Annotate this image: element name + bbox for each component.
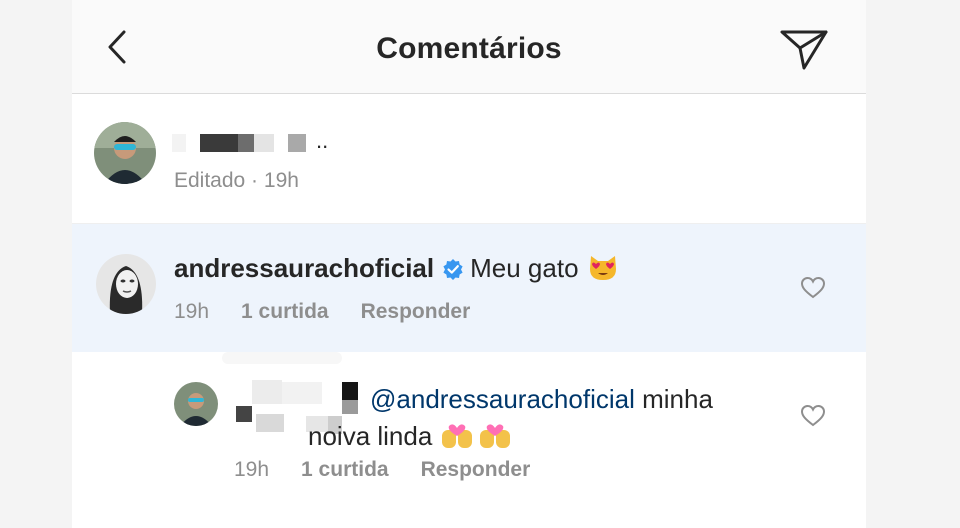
share-button[interactable] — [778, 26, 830, 72]
comment-item: andressaurachoficial Meu gato 19h 1 curti… — [72, 224, 866, 352]
like-button[interactable] — [800, 276, 826, 300]
comment-body: Meu gato — [470, 253, 579, 283]
comment-time: 19h — [174, 300, 210, 323]
avatar[interactable] — [174, 382, 218, 426]
post-caption: .. Editado · 19h — [72, 94, 866, 224]
reply-actions: 19h 1 curtida Responder — [234, 458, 562, 482]
avatar[interactable] — [96, 254, 156, 314]
profile-photo — [94, 122, 156, 184]
blurred-username — [172, 134, 332, 152]
profile-photo — [174, 382, 218, 426]
comment-username[interactable]: andressaurachoficial — [174, 253, 434, 283]
heart-icon — [800, 404, 826, 427]
comment-actions: 19h 1 curtida Responder — [174, 300, 502, 324]
reply-body: minha — [642, 384, 713, 414]
caption-meta: Editado · 19h — [174, 169, 299, 192]
avatar[interactable] — [94, 122, 156, 184]
reply-text: @andressaurachoficial minha noiva linda — [308, 382, 790, 453]
header-bar: Comentários — [72, 0, 866, 94]
comment-text: andressaurachoficial Meu gato — [174, 252, 619, 284]
image-artifact — [222, 352, 342, 364]
profile-photo — [96, 254, 156, 314]
reply-item: @andressaurachoficial minha noiva linda … — [72, 352, 866, 528]
kissing-couple-emoji-icon — [442, 424, 511, 448]
caption-text: .. — [316, 128, 329, 153]
reply-time: 19h — [234, 458, 270, 481]
verified-badge-icon — [443, 259, 463, 280]
like-button[interactable] — [800, 404, 826, 428]
likes-count[interactable]: 1 curtida — [241, 300, 329, 323]
comments-screen: Comentários .. Editado · 19h andressaura… — [72, 0, 866, 528]
likes-count[interactable]: 1 curtida — [301, 458, 389, 481]
paper-plane-icon — [780, 30, 828, 70]
reply-body-line2: noiva linda — [308, 421, 433, 451]
reply-button[interactable]: Responder — [361, 300, 471, 323]
heart-icon — [800, 276, 826, 299]
heart-eyes-cat-emoji-icon — [589, 256, 616, 280]
reply-button[interactable]: Responder — [421, 458, 531, 481]
page-title: Comentários — [376, 32, 562, 65]
mention-link[interactable]: @andressaurachoficial — [370, 384, 635, 414]
